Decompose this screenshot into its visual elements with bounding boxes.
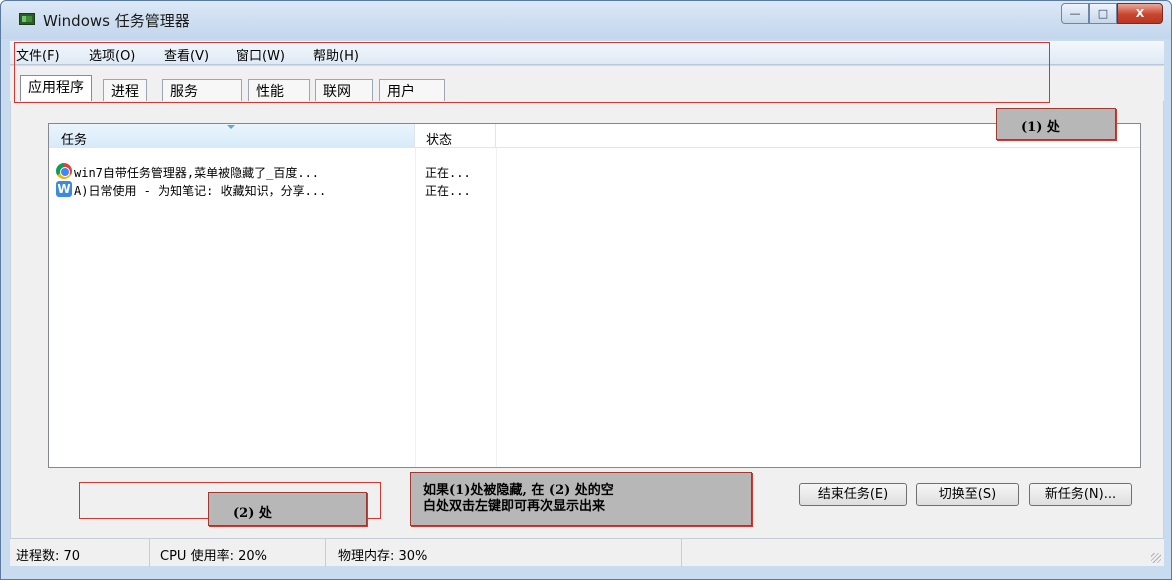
memory-usage: 物理内存: 30% (332, 539, 682, 567)
task-status: 正在... (425, 166, 471, 180)
resize-grip[interactable] (1151, 553, 1161, 563)
task-list[interactable]: 任务 状态 win7自带任务管理器,菜单被隐藏了_百度... 正在... W A… (48, 123, 1141, 468)
column-header-status[interactable]: 状态 (416, 124, 496, 148)
task-name: win7自带任务管理器,菜单被隐藏了_百度... (74, 166, 320, 180)
maximize-button[interactable]: □ (1089, 3, 1117, 24)
table-row[interactable]: win7自带任务管理器,菜单被隐藏了_百度... 正在... (49, 162, 509, 180)
task-status: 正在... (425, 184, 471, 198)
annotation-label-2: (2) 处 (208, 492, 367, 526)
task-manager-app-icon (19, 13, 35, 25)
column-header-task-label: 任务 (61, 133, 88, 148)
annotation-note-line2: 白处双击左键即可再次显示出来 (423, 499, 606, 514)
process-count: 进程数: 70 (10, 539, 150, 567)
annotation-region-1 (14, 42, 1050, 103)
column-header-task[interactable]: 任务 (49, 124, 415, 148)
close-button[interactable]: X (1117, 3, 1163, 24)
end-task-button[interactable]: 结束任务(E) (799, 483, 907, 506)
minimize-button[interactable]: — (1061, 3, 1089, 24)
window-title: Windows 任务管理器 (43, 12, 190, 30)
sort-arrow-icon (227, 125, 235, 129)
annotation-note-line1: 如果(1)处被隐藏, 在 (2) 处的空 (423, 483, 614, 498)
window-controls: — □ X (1061, 3, 1163, 24)
cpu-usage: CPU 使用率: 20% (154, 539, 326, 567)
wiz-note-icon: W (56, 181, 72, 197)
switch-to-button[interactable]: 切换至(S) (916, 483, 1019, 506)
annotation-note: 如果(1)处被隐藏, 在 (2) 处的空 白处双击左键即可再次显示出来 (410, 472, 752, 526)
chrome-icon (56, 163, 72, 179)
status-bar: 进程数: 70 CPU 使用率: 20% 物理内存: 30% (10, 538, 1164, 567)
table-row[interactable]: W A)日常使用 - 为知笔记: 收藏知识，分享... 正在... (49, 180, 509, 198)
title-bar[interactable]: Windows 任务管理器 — □ X (1, 1, 1171, 39)
list-header: 任务 状态 (49, 124, 1140, 148)
new-task-button[interactable]: 新任务(N)... (1029, 483, 1132, 506)
annotation-label-1: (1) 处 (996, 108, 1116, 140)
column-header-status-label: 状态 (426, 133, 453, 148)
task-name: A)日常使用 - 为知笔记: 收藏知识，分享... (74, 184, 327, 198)
